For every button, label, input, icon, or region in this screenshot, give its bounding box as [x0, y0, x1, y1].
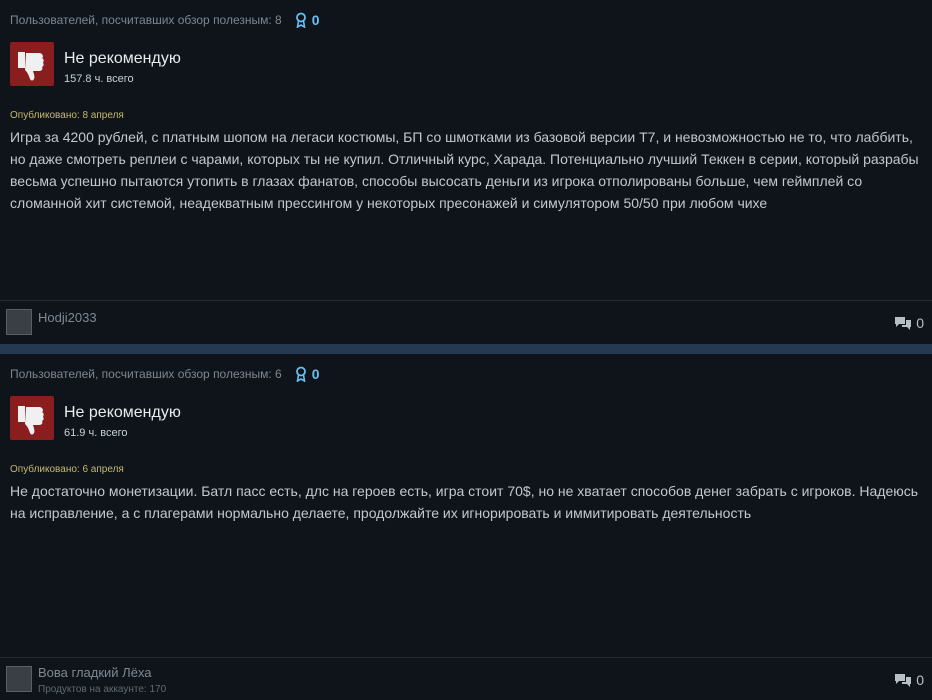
hours-played: 157.8 ч. всего	[64, 73, 134, 85]
comments-button[interactable]: 0	[894, 315, 924, 331]
thumbs-down-icon[interactable]	[10, 396, 54, 440]
hours-played: 61.9 ч. всего	[64, 427, 128, 439]
review-verdict: Не рекомендую	[64, 50, 181, 67]
review-text: Игра за 4200 рублей, с платным шопом на …	[10, 129, 919, 211]
award-button[interactable]: 0	[294, 366, 320, 382]
comment-count: 0	[916, 315, 924, 331]
review-text: Не достаточно монетизации. Батл пасс ест…	[10, 483, 919, 521]
award-count: 0	[311, 12, 320, 28]
review-card: Пользователей, посчитавших обзор полезны…	[0, 354, 932, 699]
comments-button[interactable]: 0	[894, 672, 924, 688]
posted-date: Опубликовано: 6 апреля	[10, 464, 124, 475]
comment-icon	[895, 674, 912, 687]
award-button[interactable]: 0	[294, 12, 320, 28]
comment-count: 0	[916, 672, 924, 688]
review-card: Пользователей, посчитавших обзор полезны…	[0, 0, 932, 344]
helpful-count-row: Пользователей, посчитавших обзор полезны…	[10, 12, 320, 28]
helpful-text: Пользователей, посчитавших обзор полезны…	[10, 367, 282, 381]
award-icon	[295, 366, 306, 382]
helpful-count-row: Пользователей, посчитавших обзор полезны…	[10, 366, 320, 382]
award-count: 0	[311, 366, 320, 382]
author-name[interactable]: Вова гладкий Лёха	[38, 665, 152, 680]
posted-date: Опубликовано: 8 апреля	[10, 110, 124, 121]
review-footer: Hodji2033 0	[0, 300, 932, 345]
award-icon	[295, 12, 306, 28]
products-count: Продуктов на аккаунте: 170	[38, 684, 167, 695]
comment-icon	[895, 317, 912, 330]
review-footer: Вова гладкий Лёха Продуктов на аккаунте:…	[0, 657, 932, 700]
review-separator	[0, 344, 932, 354]
review-verdict: Не рекомендую	[64, 404, 181, 421]
avatar[interactable]	[6, 309, 32, 335]
thumbs-down-icon[interactable]	[10, 42, 54, 86]
author-name[interactable]: Hodji2033	[38, 310, 97, 325]
avatar[interactable]	[6, 666, 32, 692]
helpful-text: Пользователей, посчитавших обзор полезны…	[10, 13, 282, 27]
